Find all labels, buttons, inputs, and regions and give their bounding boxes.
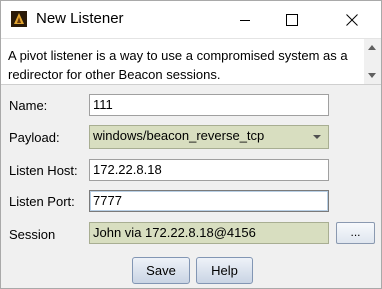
scroll-up-icon[interactable] [368, 45, 376, 50]
description-scrollbar[interactable] [364, 39, 381, 84]
maximize-icon [285, 13, 298, 26]
listen-port-label: Listen Port: [9, 194, 75, 209]
session-field: John via 172.22.8.18@4156 [89, 222, 329, 244]
payload-select[interactable]: windows/beacon_reverse_tcp [89, 125, 329, 149]
chevron-down-icon[interactable] [308, 128, 326, 146]
close-button[interactable] [329, 1, 374, 38]
close-icon [345, 13, 358, 26]
listen-host-field[interactable]: 172.22.8.18 [89, 159, 329, 181]
minimize-button[interactable] [222, 1, 267, 38]
listen-port-field[interactable]: 7777 [89, 190, 329, 212]
payload-selected-value: windows/beacon_reverse_tcp [93, 128, 265, 143]
description-panel: A pivot listener is a way to use a compr… [1, 38, 381, 85]
listen-host-label: Listen Host: [9, 163, 78, 178]
new-listener-dialog: New Listener A pivot listener is a way t… [0, 0, 382, 289]
scroll-down-icon[interactable] [368, 73, 376, 78]
help-button[interactable]: Help [196, 257, 253, 284]
maximize-button[interactable] [269, 1, 314, 38]
save-button[interactable]: Save [132, 257, 190, 284]
title-bar[interactable]: New Listener [1, 1, 381, 38]
name-label: Name: [9, 98, 48, 113]
app-icon [11, 11, 27, 27]
session-label: Session [9, 227, 56, 242]
session-browse-button[interactable]: ... [336, 222, 375, 244]
description-text: A pivot listener is a way to use a compr… [8, 48, 348, 82]
window-title: New Listener [36, 10, 124, 27]
minimize-icon [239, 19, 250, 21]
name-field[interactable]: 111 [89, 94, 329, 116]
payload-label: Payload: [9, 130, 60, 145]
